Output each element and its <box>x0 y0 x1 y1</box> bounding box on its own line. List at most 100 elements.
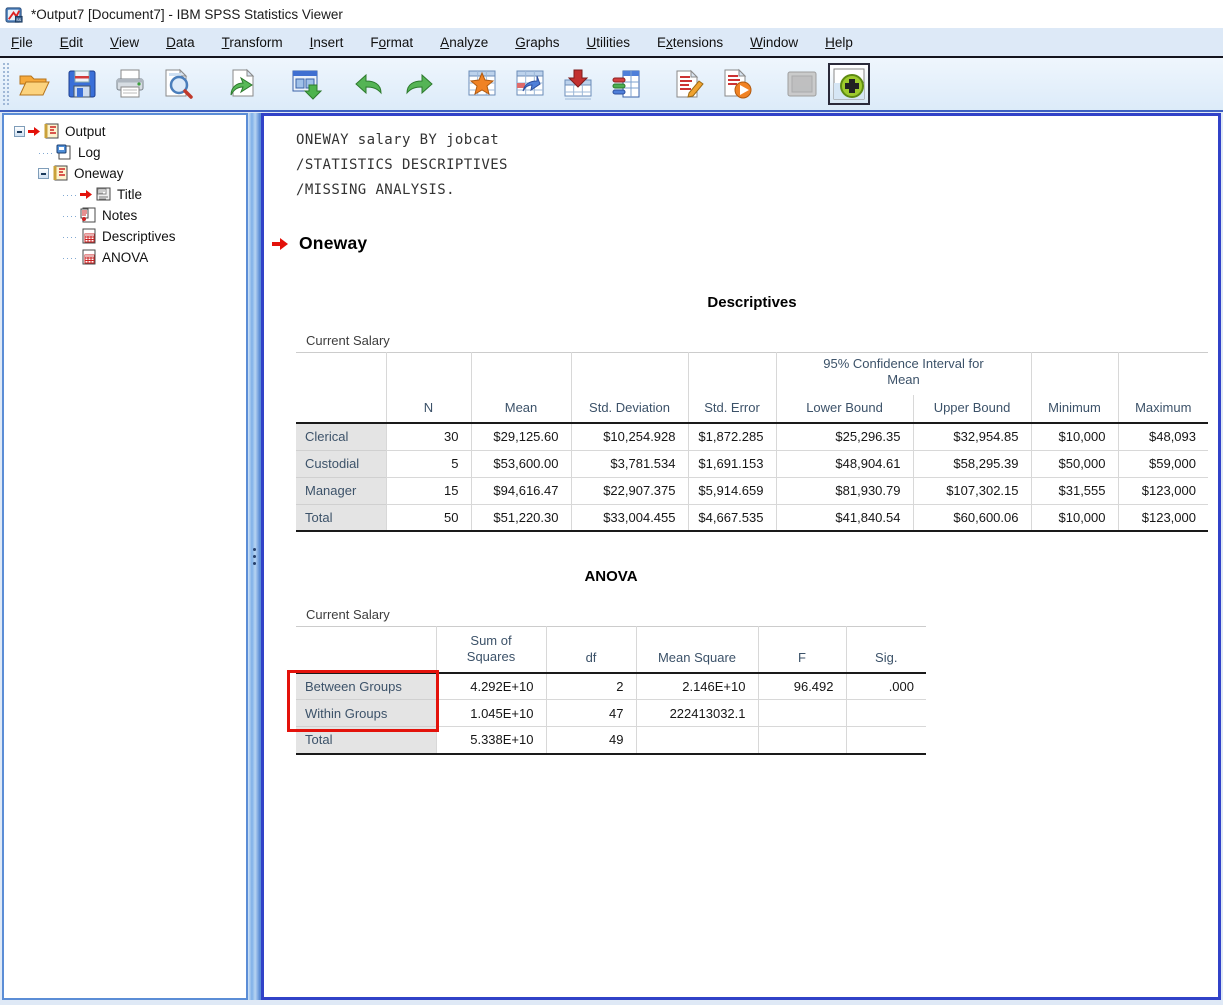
table-row: Clerical30$29,125.60$10,254.928$1,872.28… <box>296 423 1208 450</box>
sidebar-item-title[interactable]: ····Title <box>10 184 246 205</box>
table-cell <box>758 700 846 727</box>
table-cell: $10,254.928 <box>571 423 688 450</box>
row-label: Custodial <box>296 450 386 477</box>
tree-connector: ···· <box>38 148 54 158</box>
table-cell: $51,220.30 <box>471 504 571 531</box>
tree-connector: ···· <box>62 232 78 242</box>
table-cell: $4,667.535 <box>688 504 776 531</box>
app-icon: ss <box>5 5 24 24</box>
ci-span-header: 95% Confidence Interval forMean <box>776 353 1031 396</box>
goto-data-icon[interactable] <box>460 62 504 106</box>
current-item-arrow-icon <box>80 190 92 199</box>
activate-last-output-icon[interactable] <box>828 63 870 105</box>
book-icon <box>43 123 60 140</box>
sidebar-item-label: Notes <box>102 208 137 223</box>
save-icon[interactable] <box>60 62 104 106</box>
anova-output[interactable]: ANOVA Current Salary Sum ofSquares <box>296 568 1218 755</box>
table-row: Custodial5$53,600.00$3,781.534$1,691.153… <box>296 450 1208 477</box>
menu-insert[interactable]: Insert <box>310 30 344 55</box>
table-cell: $81,930.79 <box>776 477 913 504</box>
pane-splitter[interactable] <box>248 113 261 1000</box>
tree-expander-icon[interactable] <box>14 126 25 137</box>
table-cell: $10,000 <box>1031 423 1118 450</box>
col-header: Std. Deviation <box>571 395 688 423</box>
table-cell: $3,781.534 <box>571 450 688 477</box>
row-label: Total <box>296 727 436 754</box>
table-cell: 15 <box>386 477 471 504</box>
menu-bar: File Edit View Data Transform Insert Format Ana… <box>0 28 1223 58</box>
sidebar-item-label: Output <box>65 124 106 139</box>
col-header: Mean <box>471 395 571 423</box>
table-cell: 5.338E+10 <box>436 727 546 754</box>
undo-icon[interactable] <box>348 62 392 106</box>
sidebar-item-oneway[interactable]: Oneway <box>10 163 246 184</box>
table-cell: $53,600.00 <box>471 450 571 477</box>
table-cell: $107,302.15 <box>913 477 1031 504</box>
table-cell: $32,954.85 <box>913 423 1031 450</box>
sidebar-item-notes[interactable]: ···· Notes <box>10 205 246 226</box>
tree-expander-icon[interactable] <box>38 168 49 179</box>
sidebar-item-label: Log <box>78 145 101 160</box>
menu-transform[interactable]: Transform <box>222 30 283 55</box>
variables-icon[interactable] <box>604 62 648 106</box>
col-header: Sig. <box>846 627 926 673</box>
col-header: Minimum <box>1031 395 1118 423</box>
menu-utilities[interactable]: Utilities <box>587 30 631 55</box>
menu-data[interactable]: Data <box>166 30 195 55</box>
menu-extensions[interactable]: Extensions <box>657 30 723 55</box>
tree-connector: ···· <box>62 211 78 221</box>
oneway-heading: Oneway <box>272 233 1218 254</box>
anova-table-title: ANOVA <box>296 568 926 585</box>
edit-output-icon[interactable] <box>668 62 712 106</box>
sidebar-item-descriptives[interactable]: ····Descriptives <box>10 226 246 247</box>
sidebar-item-anova[interactable]: ····ANOVA <box>10 247 246 268</box>
recall-dialogs-icon[interactable] <box>220 62 264 106</box>
outline-pane: Output····LogOneway····Title····Notes···… <box>2 113 248 1000</box>
col-header: Lower Bound <box>776 395 913 423</box>
sidebar-item-label: ANOVA <box>102 250 148 265</box>
table-cell: $22,907.375 <box>571 477 688 504</box>
anova-caption: Current Salary <box>306 607 1218 622</box>
sidebar-item-output[interactable]: Output <box>10 121 246 142</box>
menu-window[interactable]: Window <box>750 30 798 55</box>
goto-case-icon[interactable] <box>508 62 552 106</box>
menu-analyze[interactable]: Analyze <box>440 30 488 55</box>
descriptives-output[interactable]: Descriptives Current Salary 95% Confiden… <box>296 294 1218 532</box>
col-header: Mean Square <box>636 627 758 673</box>
print-preview-icon[interactable] <box>156 62 200 106</box>
menu-help[interactable]: Help <box>825 30 853 55</box>
goto-variable-icon[interactable] <box>556 62 600 106</box>
table-row: Within Groups1.045E+1047222413032.1 <box>296 700 926 727</box>
menu-file[interactable]: File <box>11 30 33 55</box>
output-pane[interactable]: ONEWAY salary BY jobcat /STATISTICS DESC… <box>261 113 1221 1000</box>
table-cell: 50 <box>386 504 471 531</box>
open-folder-icon[interactable] <box>12 62 56 106</box>
table-cell: $48,093 <box>1118 423 1208 450</box>
table-cell: $29,125.60 <box>471 423 571 450</box>
menu-graphs[interactable]: Graphs <box>515 30 559 55</box>
log-icon <box>56 144 73 161</box>
selection-arrow-icon <box>272 238 288 250</box>
table-row: Total5.338E+1049 <box>296 727 926 754</box>
row-label: Clerical <box>296 423 386 450</box>
toolbar-grip[interactable] <box>2 62 10 106</box>
menu-view[interactable]: View <box>110 30 139 55</box>
row-label: Manager <box>296 477 386 504</box>
syntax-log: ONEWAY salary BY jobcat /STATISTICS DESC… <box>296 128 1218 203</box>
spss-viewer-window: ss *Output7 [Document7] - IBM SPSS Stati… <box>0 0 1223 1005</box>
table-cell: $10,000 <box>1031 504 1118 531</box>
run-script-icon[interactable] <box>716 62 760 106</box>
table-cell <box>636 727 758 754</box>
col-header: df <box>546 627 636 673</box>
table-cell: 49 <box>546 727 636 754</box>
row-label: Between Groups <box>296 673 436 700</box>
sidebar-item-log[interactable]: ···· Log <box>10 142 246 163</box>
menu-edit[interactable]: Edit <box>60 30 83 55</box>
redo-icon[interactable] <box>396 62 440 106</box>
table-row: Between Groups4.292E+1022.146E+1096.492.… <box>296 673 926 700</box>
export-output-icon[interactable] <box>284 62 328 106</box>
menu-format[interactable]: Format <box>370 30 413 55</box>
print-icon[interactable] <box>108 62 152 106</box>
table-cell <box>758 727 846 754</box>
col-header: Std. Error <box>688 395 776 423</box>
